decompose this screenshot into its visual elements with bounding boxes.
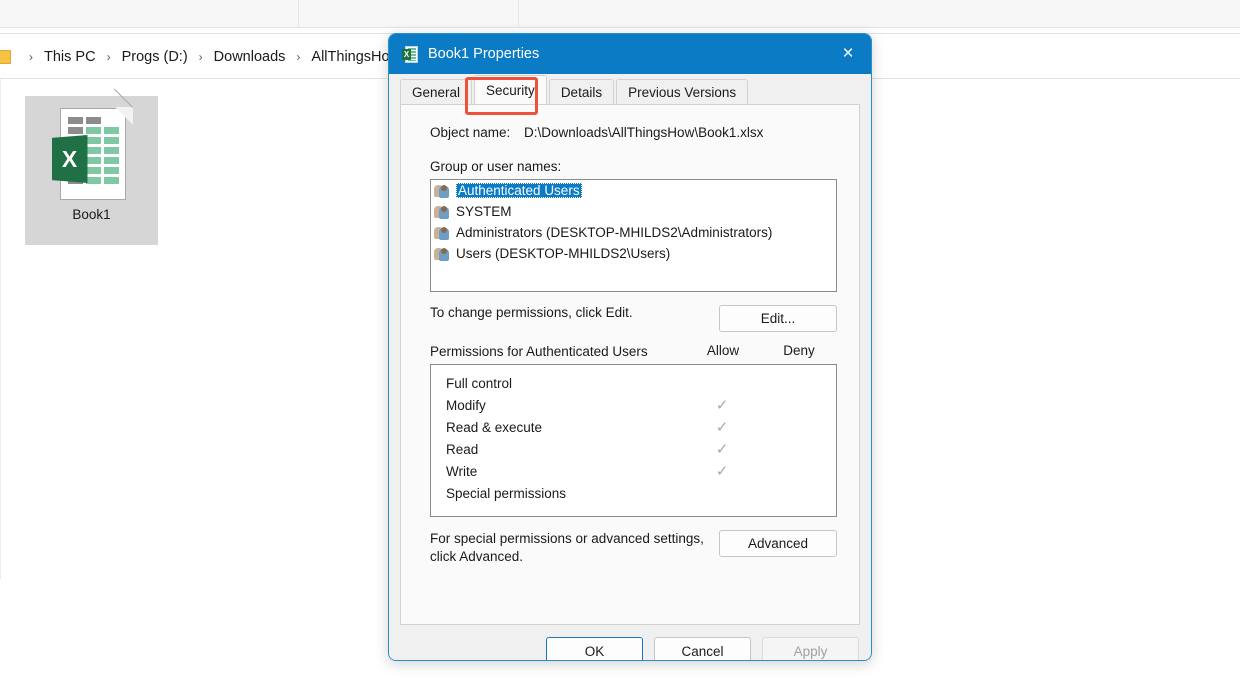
tab-separator	[518, 0, 519, 27]
permission-label: Full control	[446, 375, 513, 391]
permission-label: Write	[446, 463, 478, 479]
permissions-list[interactable]: Full control Modify ✓ Read & execute ✓ R…	[430, 364, 837, 518]
permission-label: Read & execute	[446, 419, 543, 435]
breadcrumb-item-this-pc[interactable]: This PC	[42, 49, 98, 65]
allow-checkbox[interactable]: ✓	[684, 396, 760, 414]
advanced-button[interactable]: Advanced	[719, 530, 837, 558]
excel-x-glyph: X	[402, 48, 411, 60]
group-or-user-names-label: Group or user names:	[430, 159, 562, 174]
apply-button: Apply	[762, 637, 859, 660]
book1-properties-dialog: X Book1 Properties × General Security De…	[388, 33, 872, 661]
navigation-pane-edge	[0, 79, 1, 579]
list-item-label: Users (DESKTOP-MHILDS2\Users)	[456, 246, 671, 261]
allow-checkbox[interactable]: ✓	[684, 462, 760, 480]
file-item-label: Book1	[72, 207, 111, 222]
advanced-hint-row: For special permissions or advanced sett…	[401, 517, 859, 566]
list-item-label: SYSTEM	[456, 204, 512, 219]
list-item[interactable]: Authenticated Users	[431, 180, 836, 201]
object-name-row: Object name: D:\Downloads\AllThingsHow\B…	[401, 105, 859, 140]
dialog-title-bar: X Book1 Properties ×	[389, 34, 871, 74]
excel-file-icon: X	[51, 88, 133, 200]
breadcrumb-separator: ›	[198, 50, 203, 64]
list-item-label: Administrators (DESKTOP-MHILDS2\Administ…	[456, 225, 773, 240]
explorer-tab-strip	[0, 0, 1240, 27]
excel-icon: X	[402, 45, 418, 63]
list-item[interactable]: SYSTEM	[431, 201, 836, 222]
dialog-title: Book1 Properties	[428, 46, 540, 62]
permission-row[interactable]: Full control	[431, 372, 836, 394]
edit-hint-row: To change permissions, click Edit. Edit.…	[401, 292, 859, 332]
tab-general[interactable]: General	[400, 79, 473, 104]
permissions-header-row: Permissions for Authenticated Users Allo…	[401, 332, 859, 364]
breadcrumb-separator: ›	[106, 50, 111, 64]
permission-label: Special permissions	[446, 485, 567, 501]
group-or-user-names-list[interactable]: Authenticated Users SYSTEM Administrator…	[430, 179, 837, 292]
dialog-footer: OK Cancel Apply	[389, 625, 871, 660]
list-item[interactable]: Administrators (DESKTOP-MHILDS2\Administ…	[431, 222, 836, 243]
folder-icon	[0, 50, 11, 64]
tab-separator	[298, 0, 299, 27]
deny-column-header: Deny	[783, 343, 815, 358]
allow-checkbox[interactable]: ✓	[684, 418, 760, 436]
object-name-label: Object name:	[430, 125, 511, 140]
breadcrumb-item-progs-d[interactable]: Progs (D:)	[120, 49, 190, 65]
permission-row[interactable]: Special permissions	[431, 482, 836, 504]
users-icon	[434, 247, 450, 261]
edit-button[interactable]: Edit...	[719, 305, 837, 332]
tab-security[interactable]: Security	[474, 75, 547, 104]
users-icon	[434, 226, 450, 240]
permissions-for-label: Permissions for Authenticated Users	[430, 344, 648, 359]
permission-label: Modify	[446, 397, 486, 413]
tab-previous-versions[interactable]: Previous Versions	[616, 79, 749, 104]
advanced-hint-text: For special permissions or advanced sett…	[430, 531, 704, 565]
screen: › This PC › Progs (D:) › Downloads › All…	[0, 0, 1240, 698]
security-tab-panel: Object name: D:\Downloads\AllThingsHow\B…	[400, 104, 860, 625]
users-icon	[434, 205, 450, 219]
permission-row[interactable]: Modify ✓	[431, 394, 836, 416]
tab-details[interactable]: Details	[548, 79, 615, 104]
allow-checkbox[interactable]: ✓	[684, 440, 760, 458]
list-item-label: Authenticated Users	[456, 183, 582, 198]
excel-x-glyph: X	[51, 135, 88, 183]
close-icon[interactable]: ×	[825, 34, 871, 74]
breadcrumb[interactable]: › This PC › Progs (D:) › Downloads › All…	[0, 44, 402, 70]
ok-button[interactable]: OK	[546, 637, 643, 660]
breadcrumb-separator: ›	[29, 50, 33, 64]
breadcrumb-separator: ›	[296, 50, 301, 64]
breadcrumb-item-downloads[interactable]: Downloads	[212, 49, 288, 65]
object-name-value: D:\Downloads\AllThingsHow\Book1.xlsx	[524, 125, 764, 140]
cancel-button[interactable]: Cancel	[654, 637, 751, 660]
allow-column-header: Allow	[706, 343, 740, 358]
dialog-tab-strip: General Security Details Previous Versio…	[389, 74, 871, 104]
users-icon	[434, 184, 450, 198]
edit-hint-text: To change permissions, click Edit.	[430, 305, 633, 320]
permission-row[interactable]: Read ✓	[431, 438, 836, 460]
divider	[0, 27, 1240, 28]
file-item-book1[interactable]: X Book1	[25, 88, 158, 245]
permission-label: Read	[446, 441, 479, 457]
permission-row[interactable]: Read & execute ✓	[431, 416, 836, 438]
permission-row[interactable]: Write ✓	[431, 460, 836, 482]
list-item[interactable]: Users (DESKTOP-MHILDS2\Users)	[431, 243, 836, 264]
